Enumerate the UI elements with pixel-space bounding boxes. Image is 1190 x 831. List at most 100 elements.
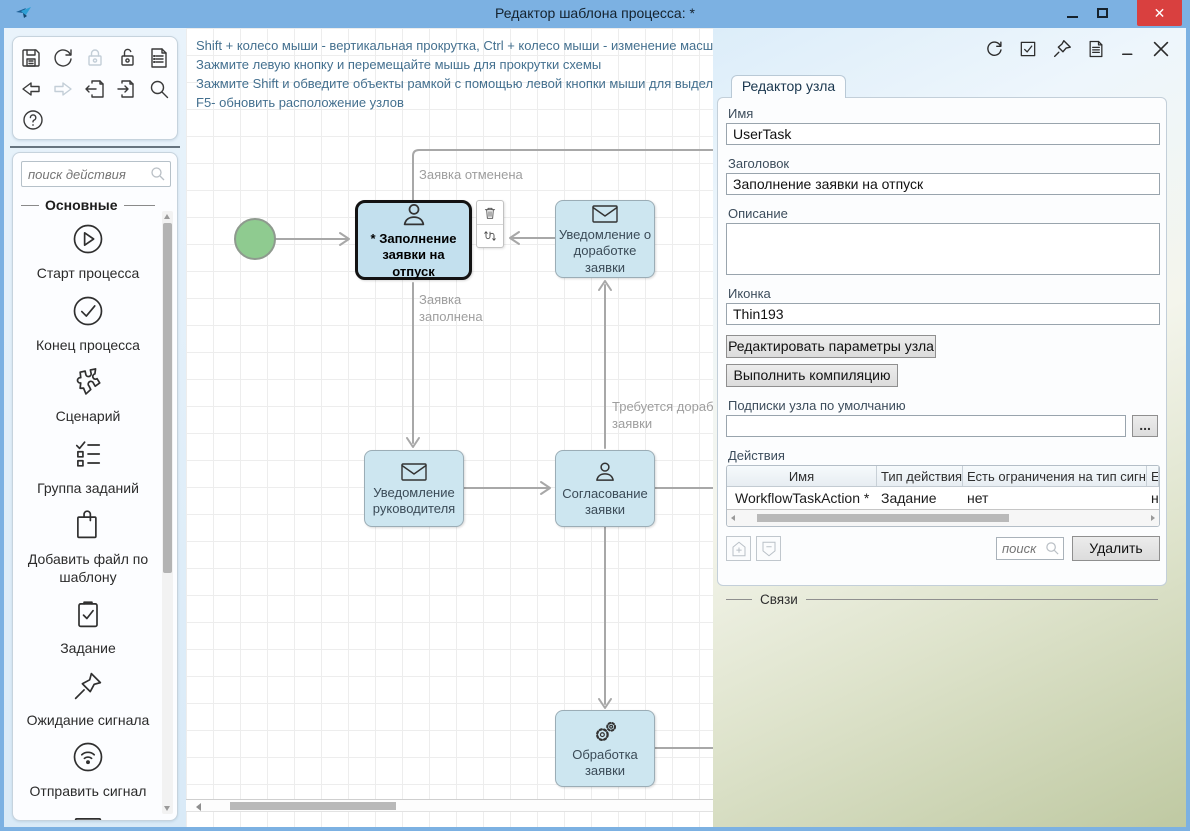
reroute-connection-button[interactable] (477, 224, 503, 247)
delete-action-button[interactable]: Удалить (1072, 536, 1160, 561)
close-button[interactable]: ✕ (1137, 0, 1182, 26)
name-label: Имя (728, 106, 1158, 121)
mail-icon (589, 202, 621, 226)
node-context-toolbar (476, 200, 504, 248)
icon-label: Иконка (728, 286, 1158, 301)
node-editor-panel: Редактор узла Имя Заголовок Описание Ико… (713, 28, 1186, 827)
edge-label-filled: Заявка заполнена (419, 292, 499, 326)
refresh-icon[interactable] (983, 38, 1005, 60)
search-icon[interactable] (145, 73, 173, 104)
monitor-icon (70, 811, 106, 821)
play-circle-icon (70, 221, 106, 262)
panel-minimize-icon[interactable] (1119, 40, 1137, 58)
column-name[interactable]: Имя (727, 466, 877, 486)
sidebar-scrollbar[interactable] (162, 211, 173, 814)
gears-icon (590, 718, 620, 746)
compile-button[interactable]: Выполнить компиляцию (726, 364, 898, 387)
document-icon[interactable] (1086, 38, 1106, 60)
links-label: Связи (760, 592, 798, 607)
actions-search-input[interactable] (1002, 541, 1042, 556)
pentagon-plus-icon (730, 540, 748, 558)
sidebar-item-wait-signal[interactable]: Ожидание сигнала (17, 668, 159, 730)
canvas-horizontal-scrollbar[interactable] (186, 799, 713, 812)
mail-icon (398, 460, 430, 484)
sidebar-item-task[interactable]: Задание (17, 596, 159, 658)
left-column: Основные Старт процесса Конец процесса С… (4, 28, 186, 827)
sidebar-item-process-start[interactable]: Старт процесса (17, 221, 159, 283)
puzzle-icon (70, 364, 106, 405)
sidebar-item-scenario[interactable]: Сценарий (17, 364, 159, 426)
back-icon[interactable] (17, 73, 45, 104)
unlock-icon[interactable] (113, 42, 141, 73)
help-icon[interactable] (17, 104, 48, 135)
window-title: Редактор шаблона процесса: * (0, 5, 1190, 21)
actions-table: Имя Тип действия Есть ограничения на тип… (726, 465, 1160, 527)
actions-footer: Удалить (726, 536, 1158, 570)
page-arrow-right-icon[interactable] (113, 73, 141, 104)
pentagon-minus-icon (760, 540, 778, 558)
panel-toolbar (983, 38, 1172, 60)
column-action-type[interactable]: Тип действия (877, 466, 963, 486)
minimize-button[interactable] (1058, 0, 1086, 26)
checklist-icon (70, 436, 106, 477)
panel-splitter[interactable] (10, 146, 180, 148)
trash-icon (482, 205, 498, 221)
actions-table-header: Имя Тип действия Есть ограничения на тип… (727, 466, 1159, 487)
node-approval[interactable]: Согласование заявки (555, 450, 655, 527)
sidebar-item-send-signal[interactable]: Отправить сигнал (17, 739, 159, 801)
edit-node-params-button[interactable]: Редактировать параметры узла (726, 335, 936, 358)
subscriptions-label: Подписки узла по умолчанию (728, 398, 1158, 413)
icon-field[interactable] (726, 303, 1160, 325)
description-field[interactable] (726, 223, 1160, 275)
column-signal-restrictions[interactable]: Есть ограничения на тип сигнала (963, 466, 1147, 486)
add-action-button[interactable] (726, 536, 751, 561)
signal-icon (70, 739, 106, 780)
table-horizontal-scrollbar[interactable] (727, 510, 1159, 526)
table-row[interactable]: WorkflowTaskAction * Задание нет н (727, 487, 1159, 510)
title-label: Заголовок (728, 156, 1158, 171)
panel-close-icon[interactable] (1150, 38, 1172, 60)
sidebar-item-task-group[interactable]: Группа заданий (17, 436, 159, 498)
pin-icon (70, 668, 106, 709)
diagram-canvas[interactable]: Shift + колесо мыши - вертикальная прокр… (186, 28, 713, 827)
maximize-button[interactable] (1088, 0, 1116, 26)
sidebar-item-subprocess[interactable]: Подпроцесс (17, 811, 159, 821)
remove-action-button[interactable] (756, 536, 781, 561)
node-rework-notice[interactable]: Уведомление о доработке заявки (555, 200, 655, 278)
sidebar-search-input[interactable] (28, 165, 146, 183)
lock-icon[interactable] (81, 42, 109, 73)
edge-label-rework: Требуется доработка заявки (612, 399, 713, 433)
sidebar-item-add-file-template[interactable]: Добавить файл по шаблону (17, 507, 159, 586)
main-toolbar (12, 36, 178, 140)
node-fill-request[interactable]: * Заполнение заявки на отпуск (355, 200, 472, 280)
title-field[interactable] (726, 173, 1160, 195)
node-manager-notice[interactable]: Уведомление руководителя (364, 450, 464, 527)
forward-icon[interactable] (49, 73, 77, 104)
subscriptions-browse-button[interactable]: ... (1132, 415, 1158, 437)
sidebar-item-process-end[interactable]: Конец процесса (17, 293, 159, 355)
links-section-header: Связи (726, 592, 1158, 607)
file-attach-icon (70, 507, 106, 548)
titlebar: Редактор шаблона процесса: * ✕ (0, 0, 1190, 28)
search-icon (150, 166, 166, 187)
checkbox-icon[interactable] (1018, 39, 1038, 59)
save-icon[interactable] (17, 42, 45, 73)
description-label: Описание (728, 206, 1158, 221)
delete-node-button[interactable] (477, 201, 503, 224)
reroute-icon (482, 228, 498, 244)
actions-sidebar: Основные Старт процесса Конец процесса С… (12, 152, 178, 821)
user-icon (591, 459, 619, 485)
node-processing[interactable]: Обработка заявки (555, 710, 655, 787)
start-event-node[interactable] (234, 218, 276, 260)
subscriptions-field[interactable] (726, 415, 1126, 437)
actions-search (996, 537, 1064, 560)
properties-icon[interactable] (145, 42, 173, 73)
tab-node-editor[interactable]: Редактор узла (731, 75, 846, 98)
column-clipped[interactable]: Ес (1147, 466, 1159, 486)
refresh-icon[interactable] (49, 42, 77, 73)
sidebar-search (21, 161, 171, 187)
clipboard-check-icon (70, 596, 106, 637)
pin-icon[interactable] (1051, 38, 1073, 60)
name-field[interactable] (726, 123, 1160, 145)
page-arrow-left-icon[interactable] (81, 73, 109, 104)
